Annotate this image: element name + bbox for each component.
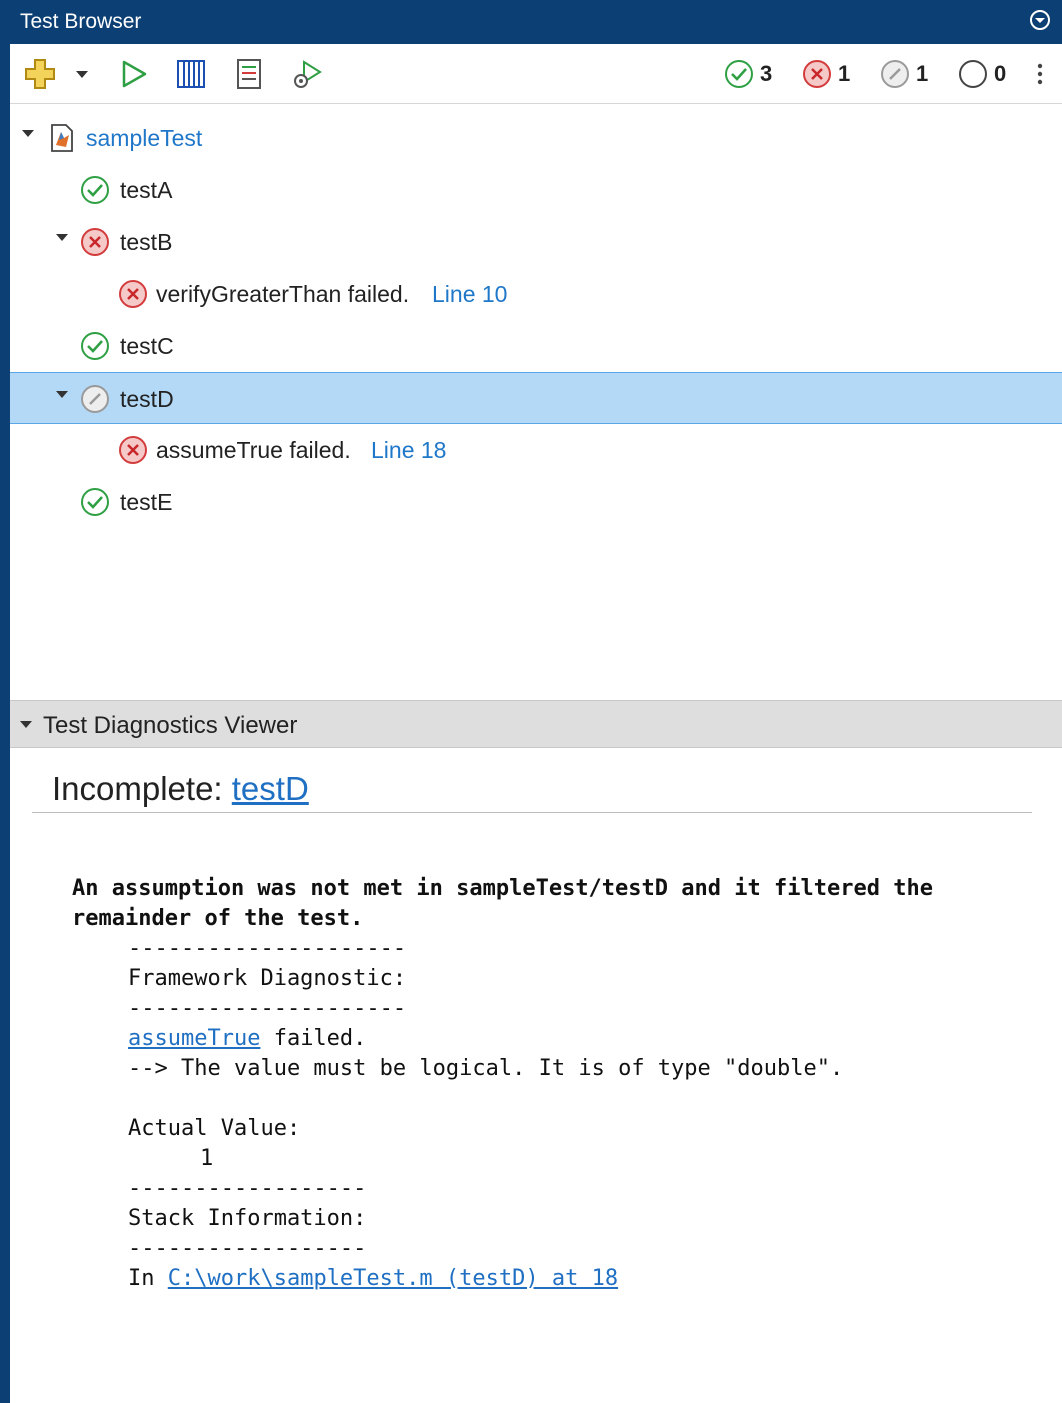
expand-caret-icon[interactable] bbox=[56, 234, 68, 241]
incomplete-count-value: 1 bbox=[916, 61, 929, 86]
diagnostics-viewer-header[interactable]: Test Diagnostics Viewer bbox=[10, 700, 1062, 748]
failed-count[interactable]: 1 bbox=[802, 56, 866, 92]
window-title: Test Browser bbox=[20, 10, 142, 33]
test-browser-window: Test Browser 3 1 1 0 sampleTest testA te… bbox=[0, 0, 1062, 1403]
separator: --------------------- bbox=[128, 996, 407, 1021]
tree-label-testc: testC bbox=[120, 333, 174, 359]
add-icon[interactable] bbox=[22, 56, 58, 92]
diagnostics-viewer-title: Test Diagnostics Viewer bbox=[43, 712, 298, 739]
diagnostic-heading-prefix: Incomplete: bbox=[52, 770, 232, 807]
test-link[interactable]: testD bbox=[232, 770, 309, 807]
tree-node-sampletest[interactable]: sampleTest bbox=[10, 112, 1062, 164]
message-line-2: remainder of the test. bbox=[72, 906, 364, 931]
tree-node-testd-diagnostic[interactable]: assumeTrue failed. Line 18 bbox=[10, 424, 1062, 476]
test-tree: sampleTest testA testB verifyGreaterThan… bbox=[10, 104, 1062, 700]
tree-node-testc[interactable]: testC bbox=[10, 320, 1062, 372]
actual-value: 1 bbox=[200, 1146, 214, 1171]
tree-label-teste: testE bbox=[120, 489, 173, 515]
stack-file-link[interactable]: C:\work\sampleTest.m (testD) at 18 bbox=[168, 1266, 618, 1291]
incomplete-icon bbox=[81, 385, 109, 413]
assume-line: assumeTrue failed. bbox=[128, 1026, 366, 1051]
passed-count-value: 3 bbox=[760, 61, 773, 86]
value-message: --> The value must be logical. It is of … bbox=[128, 1056, 844, 1081]
dropdown-icon[interactable] bbox=[74, 56, 90, 92]
passed-icon bbox=[725, 60, 753, 88]
not-run-count-value: 0 bbox=[994, 61, 1007, 86]
tree-label-testd: testD bbox=[120, 386, 174, 412]
toolbar: 3 1 1 0 bbox=[10, 44, 1062, 104]
expand-caret-icon[interactable] bbox=[56, 391, 68, 398]
passed-icon bbox=[81, 332, 109, 360]
failed-count-value: 1 bbox=[838, 61, 851, 86]
incomplete-count[interactable]: 1 bbox=[880, 56, 944, 92]
tree-node-teste[interactable]: testE bbox=[10, 476, 1062, 528]
more-options-icon[interactable] bbox=[1034, 54, 1046, 94]
window-left-border bbox=[0, 0, 10, 1403]
collapse-panel-icon[interactable] bbox=[1028, 8, 1052, 32]
passed-icon bbox=[81, 176, 109, 204]
incomplete-icon bbox=[881, 60, 909, 88]
tree-node-testb[interactable]: testB bbox=[10, 216, 1062, 268]
diagnostic-text: verifyGreaterThan failed. bbox=[156, 281, 410, 307]
assume-suffix: failed. bbox=[260, 1026, 367, 1051]
failed-icon bbox=[119, 436, 147, 464]
run-icon[interactable] bbox=[118, 56, 150, 92]
passed-count[interactable]: 3 bbox=[724, 56, 788, 92]
test-file-icon bbox=[51, 124, 73, 152]
report-icon[interactable] bbox=[234, 56, 264, 92]
result-counts: 3 1 1 0 bbox=[724, 56, 1044, 92]
tree-label-testb: testB bbox=[120, 229, 173, 255]
columns-icon[interactable] bbox=[176, 56, 206, 92]
tree-label-testa: testA bbox=[120, 177, 173, 203]
separator: ------------------ bbox=[128, 1236, 367, 1261]
message-line-1: An assumption was not met in sampleTest/… bbox=[72, 876, 933, 901]
tree-node-testa[interactable]: testA bbox=[10, 164, 1062, 216]
stack-prefix: In bbox=[128, 1266, 168, 1291]
tree-node-testb-diagnostic[interactable]: verifyGreaterThan failed. Line 10 bbox=[10, 268, 1062, 320]
line-link[interactable]: Line 10 bbox=[432, 281, 507, 308]
not-run-icon bbox=[959, 60, 987, 88]
expand-caret-icon[interactable] bbox=[22, 130, 34, 137]
tree-node-testd[interactable]: testD bbox=[10, 372, 1062, 424]
failed-icon bbox=[81, 228, 109, 256]
failed-icon bbox=[803, 60, 831, 88]
diagnostic-text: assumeTrue failed. bbox=[156, 437, 351, 463]
not-run-count[interactable]: 0 bbox=[958, 56, 1022, 92]
separator: ------------------ bbox=[128, 1176, 367, 1201]
stack-information-label: Stack Information: bbox=[128, 1206, 367, 1231]
passed-icon bbox=[81, 488, 109, 516]
diagnostic-heading: Incomplete: testD bbox=[52, 770, 309, 808]
failed-icon bbox=[119, 280, 147, 308]
stack-line: In C:\work\sampleTest.m (testD) at 18 bbox=[128, 1266, 618, 1291]
separator: --------------------- bbox=[128, 936, 407, 961]
tree-label-sampletest[interactable]: sampleTest bbox=[86, 125, 202, 152]
framework-diagnostic-label: Framework Diagnostic: bbox=[128, 966, 407, 991]
settings-icon[interactable] bbox=[290, 56, 324, 92]
heading-divider bbox=[32, 812, 1032, 813]
diagnostics-viewer: Incomplete: testD An assumption was not … bbox=[10, 748, 1062, 1403]
collapse-caret-icon[interactable] bbox=[20, 721, 32, 728]
assumetrue-link[interactable]: assumeTrue bbox=[128, 1026, 260, 1051]
actual-value-label: Actual Value: bbox=[128, 1116, 301, 1141]
line-link[interactable]: Line 18 bbox=[371, 437, 446, 464]
title-bar: Test Browser bbox=[10, 0, 1062, 44]
